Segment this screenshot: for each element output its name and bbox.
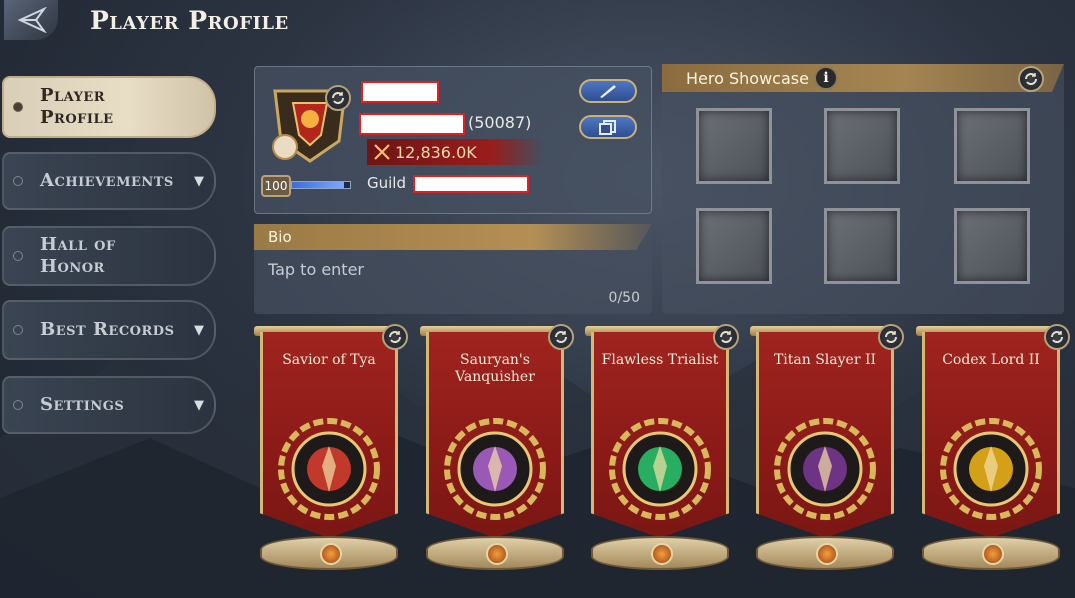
- player-name-redacted: [361, 81, 439, 103]
- chevron-down-icon: ▼: [194, 322, 204, 338]
- xp-bar-fill: [292, 182, 345, 188]
- back-arrow-icon: [17, 7, 47, 33]
- hero-showcase-title: Hero Showcase: [686, 68, 809, 88]
- sidebar-item-achievements[interactable]: Achievements ▼: [2, 152, 216, 210]
- level-badge: 100: [261, 175, 291, 197]
- profile-card: (50087) 12,836.0K 100 Guild: [254, 66, 652, 214]
- sidebar-item-label: Player Profile: [40, 85, 114, 128]
- page-title: Player Profile: [90, 6, 289, 35]
- hero-slot-5[interactable]: [824, 208, 900, 284]
- banner-title: Savior of Tya: [282, 352, 376, 368]
- banner-refresh-icon[interactable]: [713, 324, 739, 350]
- copy-icon: [599, 120, 616, 135]
- quill-edit-icon: [600, 85, 616, 98]
- pedestal-gem-icon: [651, 543, 673, 565]
- bio-header: Bio: [254, 224, 652, 250]
- unselected-indicator-icon: [13, 251, 23, 261]
- guild-name-redacted: [413, 175, 529, 193]
- hero-slot-4[interactable]: [696, 208, 772, 284]
- guild-label: Guild: [367, 174, 406, 192]
- title-banner[interactable]: Flawless Trialist: [585, 324, 739, 572]
- info-icon[interactable]: i: [814, 66, 838, 90]
- banner-title: Codex Lord II: [942, 352, 1040, 368]
- banner-refresh-icon[interactable]: [548, 324, 574, 350]
- title-emblem-icon: [444, 418, 546, 520]
- copy-id-button[interactable]: [579, 115, 637, 139]
- bio-input[interactable]: Tap to enter: [268, 260, 364, 279]
- banner-title: Titan Slayer II: [773, 352, 877, 368]
- combat-power: 12,836.0K: [367, 139, 543, 165]
- banner-pedestal: [756, 536, 894, 570]
- sidebar-item-best-records[interactable]: Best Records ▼: [2, 300, 216, 360]
- title-emblem-icon: [940, 418, 1042, 520]
- bio-panel: Bio Tap to enter 0/50: [254, 224, 652, 314]
- title-banner[interactable]: Titan Slayer II: [750, 324, 904, 572]
- player-id-redacted: [359, 113, 465, 135]
- title-banner[interactable]: Sauryan's Vanquisher: [420, 324, 574, 572]
- banner-pedestal: [260, 536, 398, 570]
- sidebar-item-label: Achievements: [40, 170, 174, 191]
- title-emblem-icon: [774, 418, 876, 520]
- edit-name-button[interactable]: [579, 79, 637, 103]
- sidebar-item-player-profile[interactable]: Player Profile: [2, 76, 216, 138]
- showcase-refresh-icon[interactable]: [1018, 66, 1044, 92]
- banner-refresh-icon[interactable]: [878, 324, 904, 350]
- chevron-down-icon: ▼: [194, 173, 204, 189]
- title-banner[interactable]: Savior of Tya: [254, 324, 408, 572]
- hero-slot-3[interactable]: [954, 108, 1030, 184]
- unselected-indicator-icon: [13, 325, 23, 335]
- banner-title: Flawless Trialist: [601, 352, 719, 368]
- bio-char-count: 0/50: [608, 290, 640, 306]
- title-emblem-icon: [278, 418, 380, 520]
- avatar[interactable]: [269, 81, 351, 165]
- sidebar-item-label: Settings: [40, 394, 125, 415]
- back-button[interactable]: [4, 0, 58, 40]
- banner-pedestal: [591, 536, 729, 570]
- change-avatar-refresh-icon[interactable]: [325, 85, 351, 111]
- banner-pedestal: [426, 536, 564, 570]
- hero-showcase-panel: Hero Showcase i: [662, 64, 1064, 314]
- pedestal-gem-icon: [816, 543, 838, 565]
- sidebar-item-settings[interactable]: Settings ▼: [2, 376, 216, 434]
- unselected-indicator-icon: [13, 176, 23, 186]
- crossed-swords-icon: [374, 144, 390, 160]
- banner-refresh-icon[interactable]: [382, 324, 408, 350]
- sidebar-item-label: Best Records: [40, 319, 175, 340]
- hero-slot-6[interactable]: [954, 208, 1030, 284]
- sidebar-item-label: Hall of Honor: [40, 234, 116, 277]
- xp-bar: [291, 181, 351, 189]
- title-banner[interactable]: Codex Lord II: [916, 324, 1070, 572]
- hero-slot-2[interactable]: [824, 108, 900, 184]
- pedestal-gem-icon: [486, 543, 508, 565]
- sidebar-item-hall-of-honor[interactable]: Hall of Honor: [2, 226, 216, 286]
- pedestal-gem-icon: [982, 543, 1004, 565]
- banner-title: Sauryan's Vanquisher: [455, 352, 535, 385]
- selected-indicator-icon: [13, 102, 23, 112]
- combat-power-value: 12,836.0K: [395, 142, 477, 162]
- hero-slot-1[interactable]: [696, 108, 772, 184]
- chevron-down-icon: ▼: [194, 397, 204, 413]
- title-emblem-icon: [609, 418, 711, 520]
- banner-refresh-icon[interactable]: [1044, 324, 1070, 350]
- unselected-indicator-icon: [13, 400, 23, 410]
- hero-showcase-header: Hero Showcase: [662, 64, 1064, 92]
- pedestal-gem-icon: [320, 543, 342, 565]
- player-points: (50087): [468, 113, 532, 132]
- banner-pedestal: [922, 536, 1060, 570]
